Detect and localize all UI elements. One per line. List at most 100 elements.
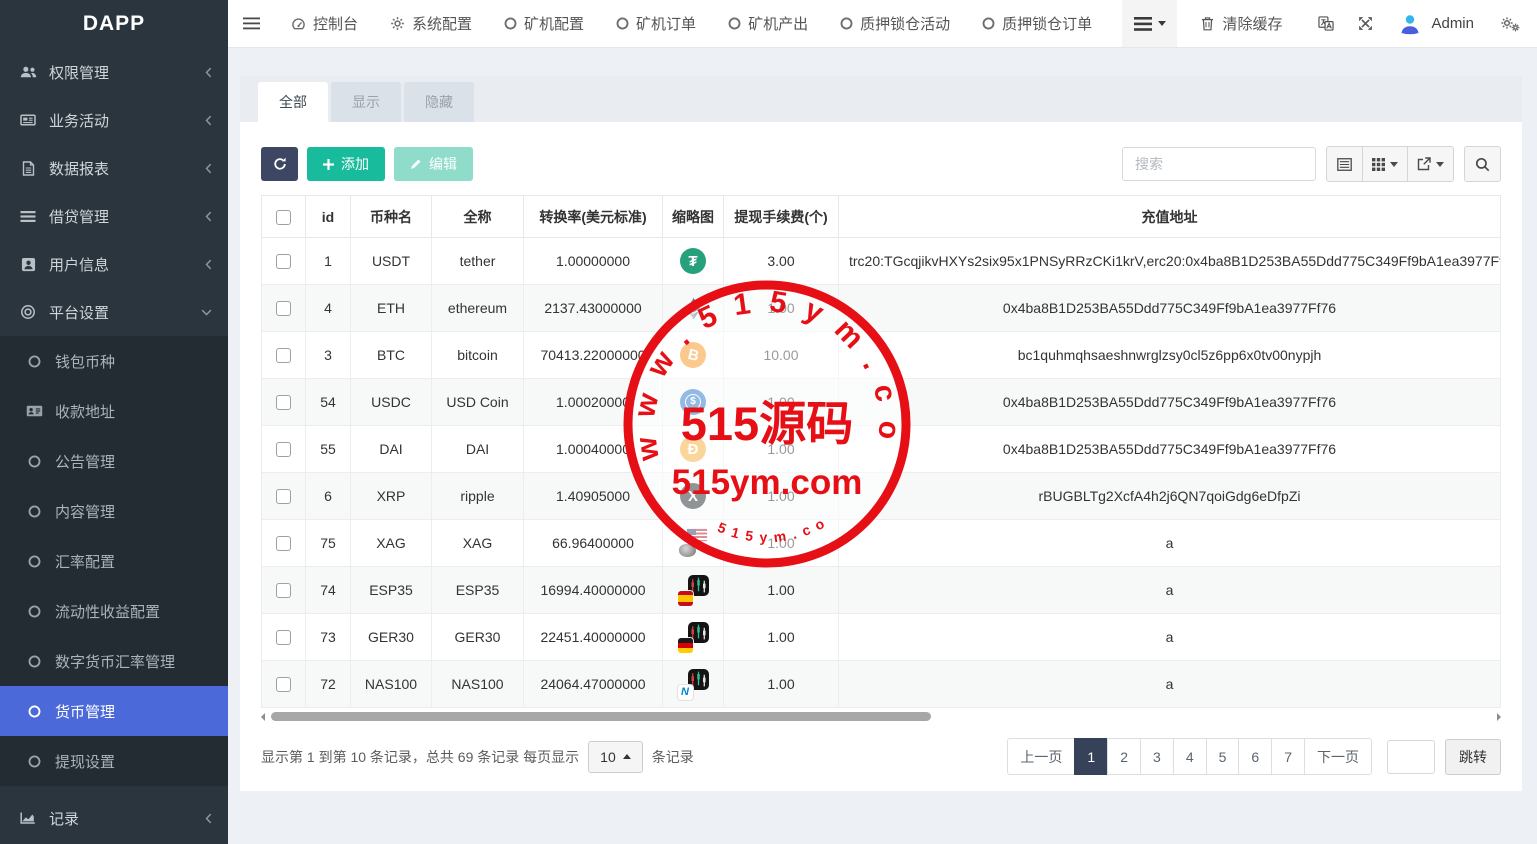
row-rate: 66.96400000 (524, 520, 663, 567)
select-all-checkbox[interactable] (276, 210, 291, 225)
row-fullname: USD Coin (432, 379, 524, 426)
row-checkbox[interactable] (276, 254, 291, 269)
clear-cache-button[interactable]: 清除缓存 (1201, 13, 1282, 34)
tab-bar: 全部显示隐藏 (240, 76, 1522, 122)
horizontal-scrollbar[interactable] (261, 710, 1501, 723)
sidebar-item-1[interactable]: 业务活动 (0, 96, 228, 144)
export-button[interactable] (1408, 146, 1454, 182)
page-jump-input[interactable] (1387, 740, 1435, 774)
nas100-icon: N (669, 669, 717, 700)
add-button[interactable]: 添加 (307, 147, 385, 181)
row-checkbox[interactable] (276, 489, 291, 504)
topnav: 控制台 系统配置 矿机配置 矿机订单 矿机产出 质押锁仓活动 质押锁仓订单 (275, 0, 1108, 47)
sidebar-item-4[interactable]: 用户信息 (0, 240, 228, 288)
sidebar-item-12[interactable]: 数字货币汇率管理 (0, 636, 228, 686)
sidebar-item-label: 提现设置 (55, 751, 212, 772)
sidebar-item-10[interactable]: 汇率配置 (0, 536, 228, 586)
row-checkbox[interactable] (276, 536, 291, 551)
topnav-item-5[interactable]: 质押锁仓活动 (840, 13, 950, 34)
tab-2[interactable]: 隐藏 (404, 82, 474, 122)
sidebar-menu: 权限管理业务活动数据报表借贷管理用户信息平台设置钱包币种收款地址公告管理内容管理… (0, 48, 228, 842)
circle-icon (24, 605, 44, 618)
page-size-select[interactable]: 10 (588, 741, 643, 773)
column-header-2: 全称 (432, 196, 524, 238)
row-checkbox[interactable] (276, 677, 291, 692)
btc-icon: B (669, 342, 717, 368)
sidebar-item-8[interactable]: 公告管理 (0, 436, 228, 486)
row-fee: 1.00 (724, 520, 839, 567)
pagination-next[interactable]: 下一页 (1304, 738, 1372, 775)
pagination-page-1[interactable]: 1 (1074, 738, 1108, 775)
refresh-button[interactable] (261, 147, 298, 181)
columns-button[interactable] (1363, 146, 1408, 182)
pagination-page-3[interactable]: 3 (1140, 738, 1174, 775)
settings-gears-button[interactable] (1500, 16, 1520, 32)
page-jump-button[interactable]: 跳转 (1445, 739, 1501, 775)
sidebar-item-0[interactable]: 权限管理 (0, 48, 228, 96)
row-checkbox[interactable] (276, 348, 291, 363)
pagination-page-4[interactable]: 4 (1173, 738, 1207, 775)
table-toolbar: 添加 编辑 (261, 122, 1501, 182)
detail-view-button[interactable] (1326, 146, 1363, 182)
dashboard-icon (291, 17, 306, 31)
topnav-item-2[interactable]: 矿机配置 (504, 13, 584, 34)
trash-icon (1201, 16, 1214, 31)
sidebar-item-14[interactable]: 提现设置 (0, 736, 228, 786)
nav-menu-dropdown-button[interactable] (1122, 0, 1177, 47)
sidebar-item-11[interactable]: 流动性收益配置 (0, 586, 228, 636)
row-checkbox[interactable] (276, 630, 291, 645)
user-menu[interactable]: Admin (1399, 13, 1474, 35)
language-button[interactable] (1318, 16, 1334, 31)
sidebar-toggle-icon[interactable] (228, 17, 275, 30)
row-checkbox[interactable] (276, 301, 291, 316)
row-fullname: ethereum (432, 285, 524, 332)
row-id: 3 (306, 332, 351, 379)
tab-1[interactable]: 显示 (331, 82, 401, 122)
pagination-page-2[interactable]: 2 (1107, 738, 1141, 775)
row-fee: 1.00 (724, 567, 839, 614)
row-fee: 1.00 (724, 285, 839, 332)
topnav-item-0[interactable]: 控制台 (291, 13, 358, 34)
scroll-right-arrow-icon[interactable] (1497, 713, 1501, 721)
table-row: 6XRPripple1.40905000X1.00rBUGBLTg2XcfA4h… (262, 473, 1501, 520)
topnav-item-1[interactable]: 系统配置 (390, 13, 472, 34)
row-fee: 1.00 (724, 473, 839, 520)
pagination-prev[interactable]: 上一页 (1007, 738, 1075, 775)
row-fee: 10.00 (724, 332, 839, 379)
scroll-left-arrow-icon[interactable] (261, 713, 265, 721)
row-address: rBUGBLTg2XcfA4h2j6QN7qoiGdg6eDfpZi (839, 473, 1501, 520)
search-input[interactable] (1122, 147, 1316, 181)
row-rate: 16994.40000000 (524, 567, 663, 614)
fullscreen-button[interactable] (1358, 16, 1373, 31)
sidebar-item-13-active[interactable]: 货币管理 (0, 686, 228, 736)
sidebar-item-9[interactable]: 内容管理 (0, 486, 228, 536)
row-checkbox[interactable] (276, 442, 291, 457)
row-id: 73 (306, 614, 351, 661)
table-row: 75XAGXAG66.964000001.00a (262, 520, 1501, 567)
clear-cache-label: 清除缓存 (1222, 13, 1282, 34)
file-icon (18, 161, 38, 176)
topnav-item-6[interactable]: 质押锁仓订单 (982, 13, 1092, 34)
row-rate: 1.00040000 (524, 426, 663, 473)
sidebar-item-15[interactable]: 记录 (0, 794, 228, 842)
topnav-item-3[interactable]: 矿机订单 (616, 13, 696, 34)
row-checkbox[interactable] (276, 395, 291, 410)
table-search-button[interactable] (1464, 146, 1501, 182)
sidebar-item-6[interactable]: 钱包币种 (0, 336, 228, 386)
scrollbar-thumb[interactable] (271, 712, 931, 721)
topnav-item-4[interactable]: 矿机产出 (728, 13, 808, 34)
pagination-page-5[interactable]: 5 (1206, 738, 1240, 775)
sidebar-item-7[interactable]: 收款地址 (0, 386, 228, 436)
sidebar-item-3[interactable]: 借贷管理 (0, 192, 228, 240)
edit-button[interactable]: 编辑 (394, 147, 473, 181)
tab-0[interactable]: 全部 (258, 82, 328, 122)
sidebar-item-5[interactable]: 平台设置 (0, 288, 228, 336)
export-icon (1417, 157, 1431, 171)
column-header-0: id (306, 196, 351, 238)
sidebar-item-2[interactable]: 数据报表 (0, 144, 228, 192)
row-checkbox[interactable] (276, 583, 291, 598)
toolbar-right (1122, 146, 1501, 182)
pagination-page-6[interactable]: 6 (1238, 738, 1272, 775)
column-header-6: 充值地址 (839, 196, 1501, 238)
pagination-page-7[interactable]: 7 (1271, 738, 1305, 775)
